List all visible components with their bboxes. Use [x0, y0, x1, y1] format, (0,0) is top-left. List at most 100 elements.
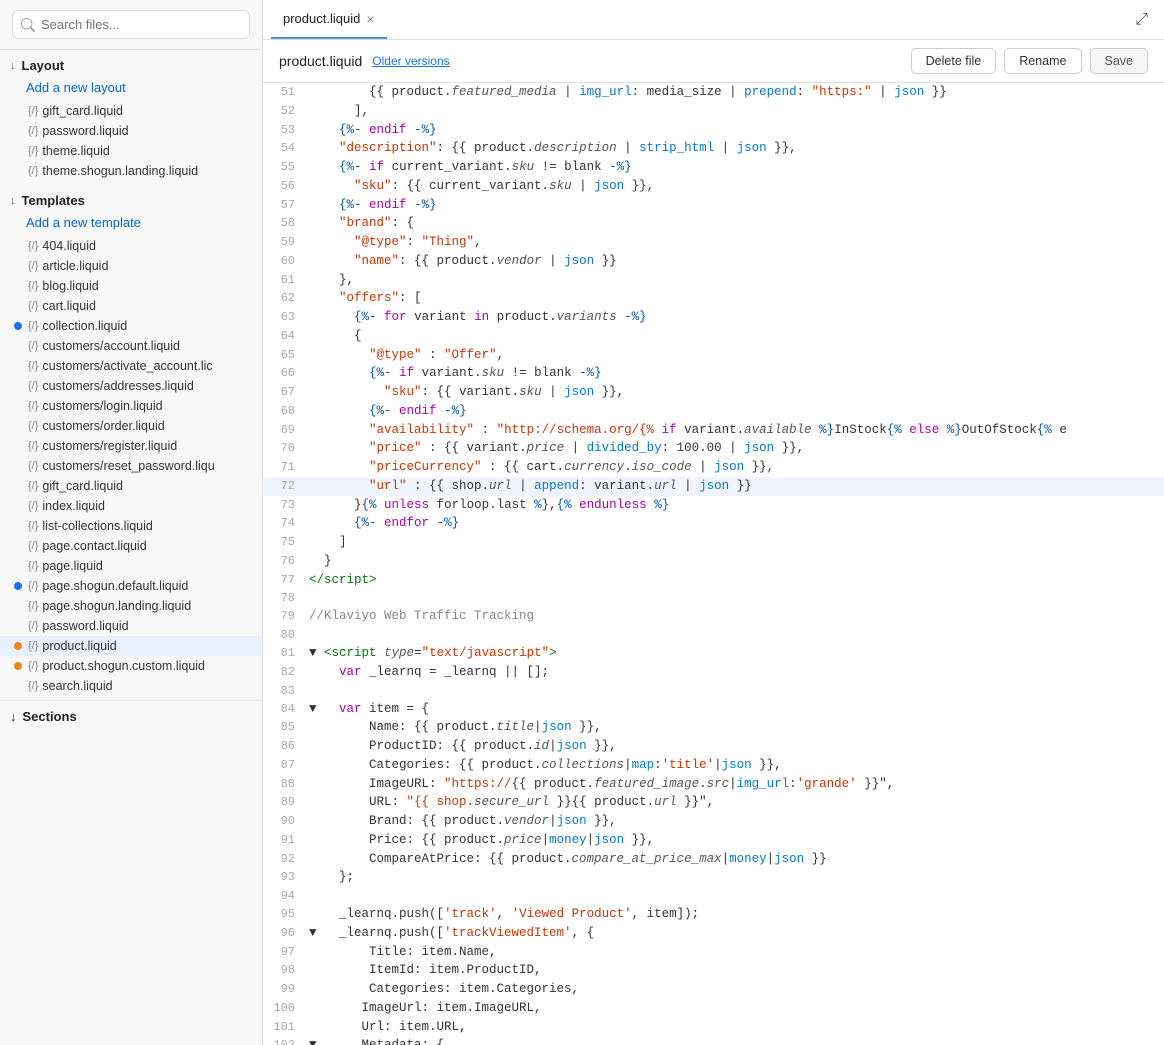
- table-row: 81▼ <script type="text/javascript">: [263, 644, 1164, 663]
- table-row: 66 {%- if variant.sku != blank -%}: [263, 364, 1164, 383]
- search-bar: [0, 0, 262, 50]
- dot-icon: [14, 302, 22, 310]
- list-item[interactable]: {/}page.contact.liquid: [0, 536, 262, 556]
- table-row: 88 ImageURL: "https://{{ product.feature…: [263, 775, 1164, 794]
- table-row: 91 Price: {{ product.price|money|json }}…: [263, 831, 1164, 850]
- table-row: 52 ],: [263, 102, 1164, 121]
- templates-label: Templates: [22, 193, 85, 208]
- list-item[interactable]: {/}customers/login.liquid: [0, 396, 262, 416]
- sections-label: Sections: [23, 709, 77, 724]
- list-item[interactable]: {/}customers/account.liquid: [0, 336, 262, 356]
- older-versions-link[interactable]: Older versions: [372, 54, 449, 68]
- table-row: 99 Categories: item.Categories,: [263, 980, 1164, 999]
- tab-product-liquid[interactable]: product.liquid ×: [271, 0, 387, 39]
- layout-arrow-icon: ↓: [10, 60, 16, 72]
- table-row: 63 {%- for variant in product.variants -…: [263, 308, 1164, 327]
- table-row: 101 Url: item.URL,: [263, 1018, 1164, 1037]
- dot-icon: [14, 502, 22, 510]
- dot-icon: [14, 167, 22, 175]
- code-editor[interactable]: 51 {{ product.featured_media | img_url: …: [263, 83, 1164, 1045]
- dot-icon: [14, 522, 22, 530]
- expand-icon[interactable]: ⤢: [1127, 7, 1156, 33]
- list-item[interactable]: {/}customers/addresses.liquid: [0, 376, 262, 396]
- list-item[interactable]: {/}collection.liquid: [0, 316, 262, 336]
- table-row: 100 ImageUrl: item.ImageURL,: [263, 999, 1164, 1018]
- dot-icon: [14, 642, 22, 650]
- list-item[interactable]: {/}page.liquid: [0, 556, 262, 576]
- sections-arrow-icon: ↓: [10, 709, 17, 724]
- table-row: 79//Klaviyo Web Traffic Tracking: [263, 607, 1164, 626]
- table-row: 65 "@type" : "Offer",: [263, 346, 1164, 365]
- dot-icon: [14, 322, 22, 330]
- sections-footer[interactable]: ↓ Sections: [0, 700, 262, 732]
- header-actions: Delete file Rename Save: [911, 48, 1148, 74]
- list-item[interactable]: {/}password.liquid: [0, 616, 262, 636]
- table-row: 74 {%- endfor -%}: [263, 514, 1164, 533]
- table-row: 51 {{ product.featured_media | img_url: …: [263, 83, 1164, 102]
- templates-section-header[interactable]: ↓ Templates: [0, 185, 262, 212]
- dot-icon: [14, 242, 22, 250]
- table-row: 58 "brand": {: [263, 214, 1164, 233]
- tab-close-button[interactable]: ×: [366, 12, 374, 26]
- list-item[interactable]: {/}gift_card.liquid: [0, 476, 262, 496]
- dot-icon: [14, 147, 22, 155]
- list-item[interactable]: {/}cart.liquid: [0, 296, 262, 316]
- layout-section-header[interactable]: ↓ Layout: [0, 50, 262, 77]
- dot-icon: [14, 562, 22, 570]
- list-item-product[interactable]: {/}product.liquid: [0, 636, 262, 656]
- list-item[interactable]: {/}customers/order.liquid: [0, 416, 262, 436]
- table-row: 90 Brand: {{ product.vendor|json }},: [263, 812, 1164, 831]
- list-item[interactable]: {/}list-collections.liquid: [0, 516, 262, 536]
- list-item[interactable]: {/}customers/activate_account.lic: [0, 356, 262, 376]
- table-row: 97 Title: item.Name,: [263, 943, 1164, 962]
- table-row: 87 Categories: {{ product.collections|ma…: [263, 756, 1164, 775]
- table-row: 102▼ Metadata: {: [263, 1036, 1164, 1045]
- list-item[interactable]: {/}blog.liquid: [0, 276, 262, 296]
- table-row: 78: [263, 589, 1164, 607]
- add-template-link[interactable]: Add a new template: [0, 212, 262, 236]
- table-row: 85 Name: {{ product.title|json }},: [263, 718, 1164, 737]
- dot-icon: [14, 127, 22, 135]
- table-row: 68 {%- endif -%}: [263, 402, 1164, 421]
- rename-button[interactable]: Rename: [1004, 48, 1081, 74]
- table-row: 94: [263, 887, 1164, 905]
- tab-label: product.liquid: [283, 11, 360, 26]
- list-item[interactable]: {/}customers/register.liquid: [0, 436, 262, 456]
- delete-file-button[interactable]: Delete file: [911, 48, 997, 74]
- table-row: 54 "description": {{ product.description…: [263, 139, 1164, 158]
- list-item[interactable]: {/}index.liquid: [0, 496, 262, 516]
- table-row: 69 "availability" : "http://schema.org/{…: [263, 421, 1164, 440]
- list-item[interactable]: {/}page.shogun.landing.liquid: [0, 596, 262, 616]
- templates-arrow-icon: ↓: [10, 195, 16, 207]
- list-item[interactable]: {/}product.shogun.custom.liquid: [0, 656, 262, 676]
- table-row: 56 "sku": {{ current_variant.sku | json …: [263, 177, 1164, 196]
- search-input[interactable]: [12, 10, 250, 39]
- table-row: 57 {%- endif -%}: [263, 196, 1164, 215]
- table-row: 93 };: [263, 868, 1164, 887]
- list-item[interactable]: {/}article.liquid: [0, 256, 262, 276]
- dot-icon: [14, 662, 22, 670]
- table-row: 76 }: [263, 552, 1164, 571]
- table-row: 84▼ var item = {: [263, 700, 1164, 719]
- table-row: 73 }{% unless forloop.last %},{% endunle…: [263, 496, 1164, 515]
- tab-bar: product.liquid × ⤢: [263, 0, 1164, 40]
- list-item[interactable]: {/} theme.shogun.landing.liquid: [0, 161, 262, 181]
- list-item[interactable]: {/}404.liquid: [0, 236, 262, 256]
- list-item[interactable]: {/} theme.liquid: [0, 141, 262, 161]
- dot-icon: [14, 582, 22, 590]
- table-row: 77</script>: [263, 571, 1164, 590]
- save-button[interactable]: Save: [1090, 48, 1149, 74]
- list-item[interactable]: {/} gift_card.liquid: [0, 101, 262, 121]
- layout-file-list: {/} gift_card.liquid {/} password.liquid…: [0, 101, 262, 185]
- add-layout-link[interactable]: Add a new layout: [0, 77, 262, 101]
- list-item[interactable]: {/}search.liquid: [0, 676, 262, 696]
- list-item[interactable]: {/} password.liquid: [0, 121, 262, 141]
- table-row: 61 },: [263, 271, 1164, 290]
- table-row: 96▼ _learnq.push(['trackViewedItem', {: [263, 924, 1164, 943]
- dot-icon: [14, 442, 22, 450]
- dot-icon: [14, 542, 22, 550]
- table-row: 53 {%- endif -%}: [263, 121, 1164, 140]
- list-item[interactable]: {/}page.shogun.default.liquid: [0, 576, 262, 596]
- table-row: 82 var _learnq = _learnq || [];: [263, 663, 1164, 682]
- list-item[interactable]: {/}customers/reset_password.liqu: [0, 456, 262, 476]
